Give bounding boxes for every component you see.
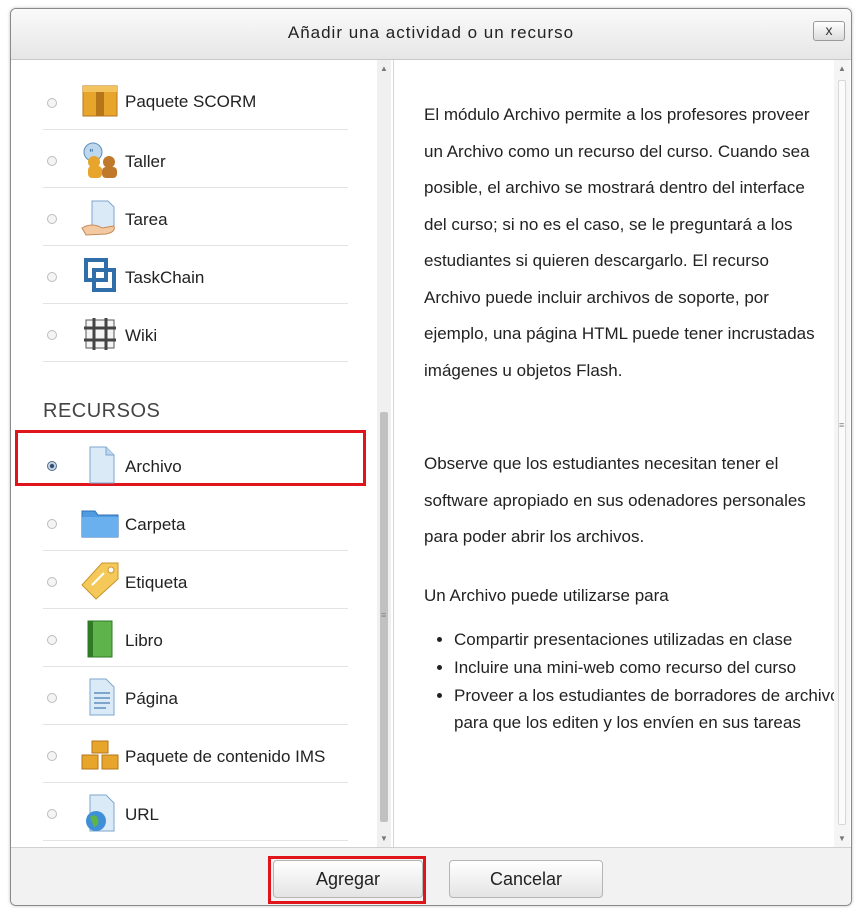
scorm-package-icon — [82, 85, 118, 117]
scroll-down-arrow-icon[interactable]: ▼ — [838, 834, 846, 843]
list-item-label: URL — [125, 805, 160, 824]
radio-archivo[interactable] — [47, 461, 57, 471]
list-item-ims[interactable]: Paquete de contenido IMS — [43, 725, 348, 783]
scroll-up-arrow-icon[interactable]: ▲ — [838, 64, 846, 73]
list-item-tarea[interactable]: Tarea — [43, 188, 348, 246]
assignment-icon — [81, 200, 115, 236]
file-icon — [89, 446, 115, 484]
label-tag-icon — [81, 562, 119, 600]
list-item-label: Paquete SCORM — [125, 92, 257, 111]
radio-ims[interactable] — [47, 751, 57, 761]
wiki-icon — [84, 318, 116, 350]
radio-taskchain[interactable] — [47, 272, 57, 282]
cancel-button[interactable]: Cancelar — [449, 860, 603, 898]
scroll-grip-icon: ≡ — [839, 420, 845, 430]
list-item-label: Paquete de contenido IMS — [125, 747, 326, 766]
page-icon — [89, 678, 115, 716]
description-scrollbar[interactable]: ▲ ≡ ▼ — [834, 60, 850, 847]
radio-carpeta[interactable] — [47, 519, 57, 529]
list-item: Proveer a los estudiantes de borradores … — [454, 682, 834, 736]
ims-package-icon — [81, 740, 119, 770]
description-paragraph: Observe que los estudiantes necesitan te… — [424, 454, 806, 546]
radio-tarea[interactable] — [47, 214, 57, 224]
dialog-title: Añadir una actividad o un recurso — [287, 23, 575, 42]
dialog-footer: Agregar Cancelar — [11, 847, 851, 905]
close-button[interactable]: x — [813, 21, 845, 41]
list-item-archivo[interactable]: Archivo — [43, 435, 348, 492]
add-button[interactable]: Agregar — [273, 860, 423, 898]
add-activity-dialog: Añadir una actividad o un recurso x Paqu… — [10, 8, 852, 906]
radio-libro[interactable] — [47, 635, 57, 645]
list-item-label: Wiki — [125, 326, 158, 345]
scroll-down-arrow-icon[interactable]: ▼ — [380, 834, 388, 843]
list-item-label: Libro — [125, 631, 163, 650]
list-item-label: Página — [125, 689, 178, 708]
list-item-label: Tarea — [125, 210, 168, 229]
book-icon — [87, 620, 113, 658]
list-item-carpeta[interactable]: Carpeta — [43, 493, 348, 551]
dialog-header: Añadir una actividad o un recurso x — [11, 9, 851, 60]
list-item-label: Taller — [125, 152, 166, 171]
list-scrollbar[interactable]: ▲ ≡ ▼ — [377, 60, 391, 847]
folder-icon — [81, 510, 119, 538]
list-item-scorm[interactable]: Paquete SCORM — [43, 72, 348, 130]
radio-wiki[interactable] — [47, 330, 57, 340]
taskchain-icon — [84, 258, 116, 292]
radio-scorm[interactable] — [47, 98, 57, 108]
list-item-label: TaskChain — [125, 268, 205, 287]
scroll-grip-icon: ≡ — [381, 610, 387, 620]
list-item-label: Carpeta — [125, 515, 186, 534]
list-item-libro[interactable]: Libro — [43, 609, 348, 667]
uses-list: Compartir presentaciones utilizadas en c… — [424, 626, 834, 737]
list-item: Compartir presentaciones utilizadas en c… — [454, 626, 834, 653]
list-item-label: Archivo — [125, 457, 182, 476]
list-item-url[interactable]: URL — [43, 783, 348, 841]
description-paragraph: Un Archivo puede utilizarse para — [424, 586, 669, 605]
list-item-taskchain[interactable]: TaskChain — [43, 246, 348, 304]
section-title-resources: RECURSOS — [43, 400, 161, 422]
list-item-label: Etiqueta — [125, 573, 188, 592]
radio-taller[interactable] — [47, 156, 57, 166]
list-item: Incluire una mini-web como recurso del c… — [454, 654, 834, 681]
scroll-up-arrow-icon[interactable]: ▲ — [380, 64, 388, 73]
module-list: Paquete SCORM " Taller Tarea TaskChain W… — [11, 60, 394, 847]
radio-etiqueta[interactable] — [47, 577, 57, 587]
list-item-wiki[interactable]: Wiki — [43, 304, 348, 362]
list-item-pagina[interactable]: Página — [43, 667, 348, 725]
radio-url[interactable] — [47, 809, 57, 819]
workshop-icon: " — [83, 142, 117, 178]
list-item-etiqueta[interactable]: Etiqueta — [43, 551, 348, 609]
url-globe-icon — [86, 794, 115, 832]
description-scrollbar-thumb[interactable] — [838, 80, 846, 825]
module-description: El módulo Archivo permite a los profesor… — [394, 60, 834, 847]
radio-pagina[interactable] — [47, 693, 57, 703]
description-paragraph: El módulo Archivo permite a los profesor… — [424, 105, 815, 380]
list-item-taller[interactable]: " Taller — [43, 130, 348, 188]
